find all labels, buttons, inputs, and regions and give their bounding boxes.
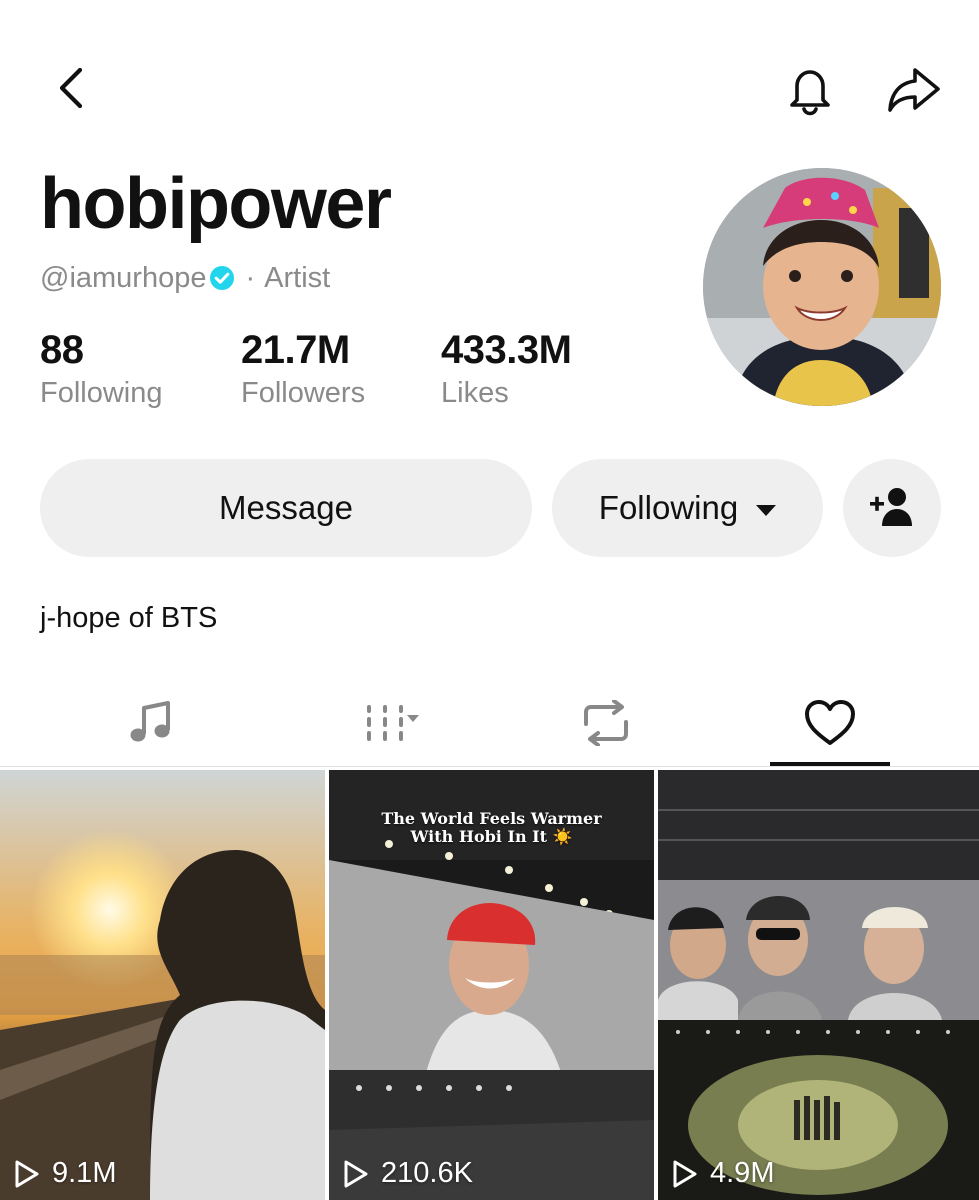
repost-icon [584, 700, 628, 746]
stat-likes[interactable]: 433.3M Likes [441, 328, 572, 410]
verified-badge-icon [210, 266, 235, 290]
tab-reposts[interactable] [545, 680, 667, 766]
stat-value: 88 [40, 328, 84, 372]
stat-following[interactable]: 88 Following [40, 328, 163, 410]
avatar[interactable] [703, 168, 941, 406]
view-count: 4.9M [672, 1157, 774, 1190]
view-count-value: 210.6K [381, 1157, 473, 1189]
chevron-left-icon [59, 67, 83, 109]
view-count: 210.6K [343, 1157, 473, 1190]
message-button-label: Message [219, 489, 353, 526]
video-tile[interactable]: 9.1M [0, 770, 325, 1200]
profile-bio: j-hope of BTS [40, 602, 218, 634]
message-button[interactable]: Message [40, 459, 532, 557]
username-handle: @iamurhope [40, 262, 207, 294]
notifications-button[interactable] [784, 64, 836, 116]
tab-music[interactable] [90, 680, 212, 766]
stat-value: 21.7M [241, 328, 350, 372]
video-caption-line: With Hobi In It ☀️ [410, 827, 573, 846]
add-friend-button[interactable] [843, 459, 941, 557]
music-note-icon [130, 701, 170, 742]
back-button[interactable] [52, 66, 92, 110]
stat-followers[interactable]: 21.7M Followers [241, 328, 365, 410]
stat-label: Likes [441, 377, 509, 409]
play-icon [673, 1160, 697, 1187]
tab-playlists[interactable] [320, 680, 442, 766]
display-name: hobipower [40, 164, 392, 244]
share-button[interactable] [884, 64, 944, 116]
add-user-icon [870, 488, 912, 526]
play-icon [15, 1160, 39, 1187]
video-thumbnail [658, 770, 979, 1200]
handle-row: @iamurhope · Artist [40, 262, 330, 294]
play-icon [344, 1160, 368, 1187]
view-count: 9.1M [14, 1157, 116, 1190]
playlist-icon [367, 705, 419, 741]
stat-value: 433.3M [441, 328, 572, 372]
tab-divider [0, 766, 979, 767]
bell-icon [790, 70, 830, 116]
following-dropdown-button[interactable]: Following [552, 459, 823, 557]
chevron-down-icon [756, 504, 777, 516]
stat-label: Followers [241, 377, 366, 409]
share-arrow-icon [888, 68, 940, 112]
video-tile[interactable]: The World Feels Warmer With Hobi In It ☀… [329, 770, 654, 1200]
video-thumbnail [0, 770, 325, 1200]
stat-label: Following [40, 377, 163, 409]
avatar-image [703, 168, 941, 406]
view-count-value: 4.9M [710, 1157, 775, 1189]
tab-liked[interactable] [770, 680, 890, 766]
heart-icon [805, 700, 855, 745]
video-tile[interactable]: 4.9M [658, 770, 979, 1200]
following-button-label: Following [598, 489, 739, 526]
view-count-value: 9.1M [52, 1157, 117, 1189]
account-category: Artist [264, 262, 331, 294]
separator-dot: · [245, 262, 256, 294]
video-caption-line: The World Feels Warmer [381, 809, 602, 828]
